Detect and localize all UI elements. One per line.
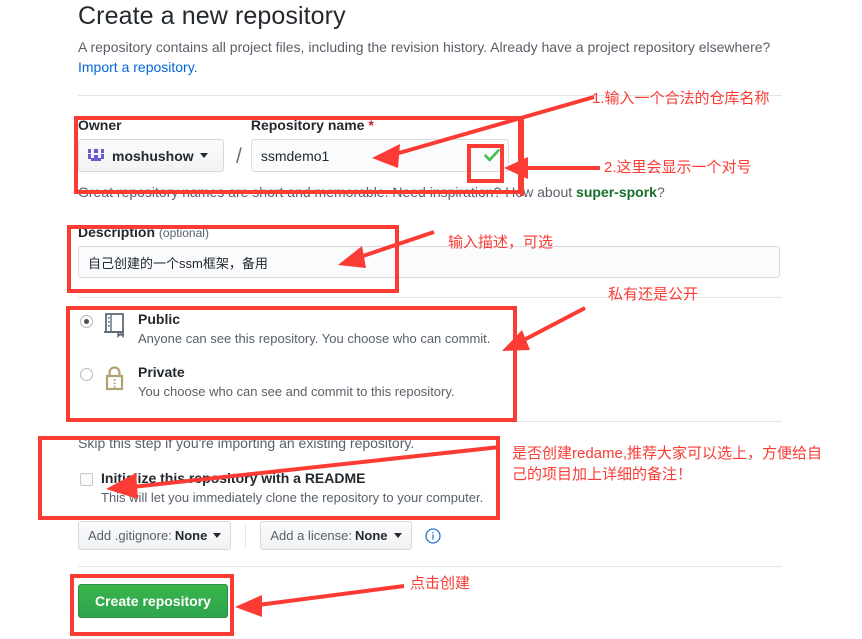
- gitignore-label: Add .gitignore:: [88, 528, 172, 543]
- initialize-section: Skip this step if you're importing an ex…: [78, 422, 782, 550]
- chevron-down-icon: [393, 533, 402, 538]
- hint-suggestion: super-spork: [576, 184, 657, 200]
- description-optional-label: (optional): [158, 226, 209, 240]
- page-subtitle-text: A repository contains all project files,…: [78, 39, 771, 55]
- visibility-desc-public: Anyone can see this repository. You choo…: [138, 331, 491, 346]
- license-value: None: [355, 528, 388, 543]
- visibility-title-private: Private: [138, 364, 185, 380]
- visibility-desc-private: You choose who can see and commit to thi…: [138, 384, 455, 399]
- create-repository-button[interactable]: Create repository: [78, 584, 228, 618]
- repository-name-input[interactable]: [250, 139, 509, 172]
- owner-select-button[interactable]: moshushow: [78, 139, 224, 172]
- visibility-option-private[interactable]: Private You choose who can see and commi…: [78, 364, 782, 401]
- annotation-text-4: 私有还是公开: [608, 286, 699, 303]
- chevron-down-icon: [213, 533, 222, 538]
- hint-prefix: Great repository names are short and mem…: [78, 184, 577, 200]
- owner-name: moshushow: [112, 147, 194, 164]
- required-marker: *: [368, 117, 374, 133]
- gitignore-value: None: [174, 528, 208, 543]
- chevron-down-icon: [199, 153, 208, 158]
- hint-suffix: ?: [656, 184, 665, 200]
- gitignore-dropdown[interactable]: Add .gitignore: None: [78, 521, 232, 550]
- lock-icon: [105, 366, 124, 391]
- visibility-title-public: Public: [138, 311, 181, 327]
- repository-name-hint: Great repository names are short and mem…: [78, 182, 782, 202]
- page-title: Create a new repository: [78, 2, 346, 30]
- description-label-text: Description: [78, 224, 156, 240]
- readme-checkbox-desc: This will let you immediately clone the …: [101, 490, 484, 505]
- visibility-options: Public Anyone can see this repository. Y…: [78, 298, 782, 401]
- visibility-option-public[interactable]: Public Anyone can see this repository. Y…: [78, 311, 782, 348]
- book-icon: [104, 313, 124, 338]
- owner-label: Owner: [78, 117, 122, 133]
- annotation-text-6: 点击创建: [410, 575, 471, 592]
- page-subtitle: A repository contains all project files,…: [78, 37, 782, 77]
- info-circle-icon[interactable]: [424, 527, 441, 544]
- license-label: Add a license:: [270, 528, 353, 543]
- radio-private[interactable]: [80, 368, 93, 381]
- import-repository-link[interactable]: Import a repository.: [78, 59, 198, 75]
- repository-name-label: Repository name *: [251, 117, 509, 133]
- owner-field: Owner moshushow: [78, 117, 234, 172]
- repository-name-field: Repository name *: [250, 117, 509, 172]
- annotation-text-1: 1.输入一个合法的仓库名称: [592, 90, 770, 107]
- annotation-text-2: 2.这里会显示一个对号: [604, 159, 752, 176]
- license-dropdown[interactable]: Add a license: None: [260, 521, 412, 550]
- readme-checkbox[interactable]: [80, 473, 93, 486]
- description-input[interactable]: [78, 246, 780, 278]
- extras-row: Add .gitignore: None Add a license: None: [78, 521, 782, 550]
- identicon-avatar: [87, 146, 105, 165]
- description-field: Description (optional): [78, 224, 782, 278]
- extras-separator: [245, 524, 247, 547]
- description-label: Description (optional): [78, 224, 782, 240]
- repository-name-label-text: Repository name: [250, 117, 365, 133]
- radio-public[interactable]: [80, 315, 93, 328]
- readme-checkbox-label: Initialize this repository with a README: [101, 470, 366, 486]
- path-separator: /: [236, 145, 242, 168]
- annotation-text-3: 输入描述，可选: [448, 234, 554, 251]
- annotation-text-5: 是否创建redame,推荐大家可以选上，方便给自 己的项目加上详细的备注！: [512, 445, 823, 483]
